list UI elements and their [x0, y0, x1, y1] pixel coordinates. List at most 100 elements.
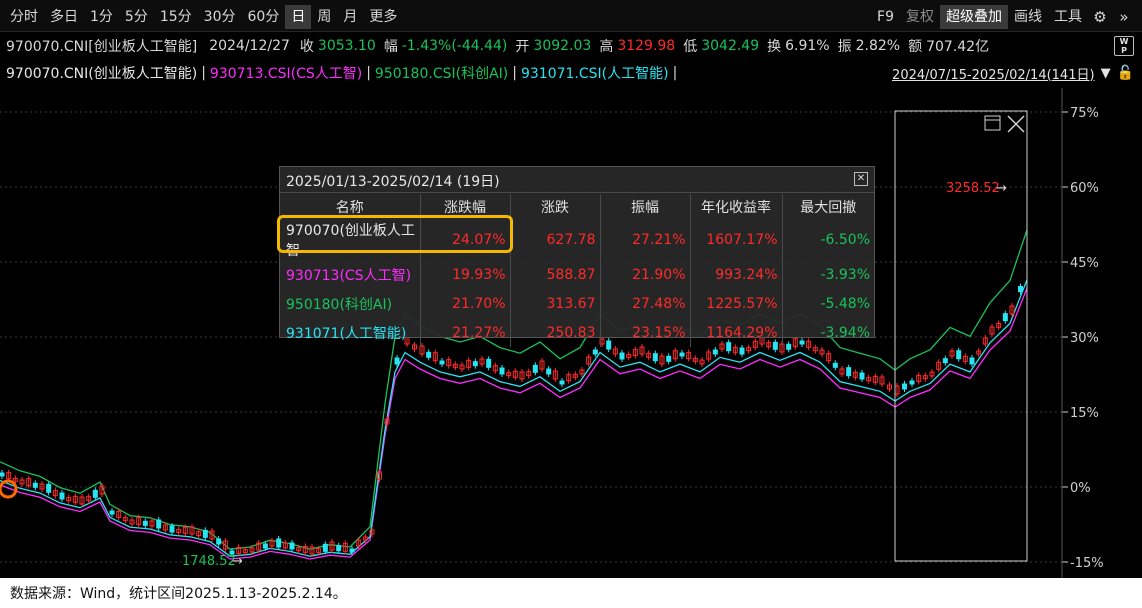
low-value: 3042.49: [701, 38, 760, 54]
candle-body: [679, 352, 685, 357]
tab-more[interactable]: 更多: [363, 5, 403, 29]
col-amp[interactable]: 振幅: [600, 194, 691, 220]
row-chg: 250.83: [510, 318, 601, 347]
y-tick-label: 30%: [1070, 331, 1099, 346]
tab-1min[interactable]: 1分: [84, 5, 119, 29]
row-chg: 627.78: [510, 220, 601, 260]
tab-month[interactable]: 月: [337, 5, 363, 29]
candle-body: [1018, 286, 1023, 292]
series-item-950180[interactable]: 950180.CSI(科创AI): [375, 63, 508, 83]
source-note: 数据来源：Wind，统计区间2025.1.13-2025.2.14。: [10, 586, 347, 602]
super-overlay-button[interactable]: 超级叠加: [940, 5, 1008, 29]
tools-button[interactable]: 工具: [1048, 5, 1088, 29]
quote-code: 970070.CNI[创业板人工智能]: [6, 39, 198, 55]
tab-multi-day[interactable]: 多日: [44, 5, 84, 29]
series-item-931071[interactable]: 931071.CSI(人工智能): [521, 63, 669, 83]
double-chevron-right-icon[interactable]: »: [1112, 5, 1136, 29]
dropdown-triangle-icon[interactable]: ▼: [1101, 66, 1111, 81]
candle-body: [142, 520, 148, 526]
candle-body: [909, 380, 915, 385]
change-value: -1.43%(-44.44): [401, 38, 508, 54]
candle-body: [169, 525, 175, 533]
y-tick-label: 15%: [1070, 406, 1099, 421]
candle-body: [969, 357, 975, 365]
gear-icon[interactable]: ⚙: [1088, 5, 1112, 29]
high-annotation-arrow: →: [996, 181, 1007, 196]
y-tick-label: 75%: [1070, 106, 1099, 121]
date-range-selector[interactable]: 2024/07/15-2025/02/14(141日) ▼ 🔓: [892, 62, 1134, 84]
open-value: 3092.03: [533, 38, 592, 54]
row-name: 931071(人工智能): [280, 318, 421, 347]
row-drawdown: -6.50%: [820, 232, 870, 248]
col-annual[interactable]: 年化收益率: [690, 194, 783, 220]
row-annual: 1164.29%: [690, 318, 783, 347]
col-drawdown[interactable]: 最大回撤: [782, 194, 874, 220]
f9-button[interactable]: F9: [871, 5, 900, 29]
tab-day[interactable]: 日: [285, 5, 312, 29]
highlight-box: [277, 215, 513, 253]
candle-body: [532, 364, 538, 373]
y-tick-label: 45%: [1070, 256, 1099, 271]
candle-body: [499, 367, 505, 375]
candle-body: [472, 361, 478, 367]
candle-body: [322, 543, 328, 552]
high-label: 高: [599, 39, 614, 55]
row-amp: 23.15%: [600, 318, 691, 347]
series-item-970070[interactable]: 970070.CNI(创业板人工智能): [6, 63, 197, 83]
candle-body: [546, 368, 552, 375]
candle-body: [394, 357, 400, 365]
amplitude-value: 2.82%: [855, 38, 901, 54]
stats-row[interactable]: 931071(人工智能) 21.27% 250.83 23.15% 1164.2…: [280, 318, 874, 347]
candle-body: [92, 489, 98, 498]
separator: |: [512, 65, 517, 81]
tab-minute[interactable]: 分时: [4, 5, 44, 29]
candle-body: [336, 545, 342, 552]
series-item-930713[interactable]: 930713.CSI(CS人工智): [210, 63, 362, 83]
stats-row[interactable]: 930713(CS人工智) 19.93% 588.87 21.90% 993.2…: [280, 260, 874, 289]
candle-body: [0, 472, 5, 477]
candle-body: [202, 529, 208, 538]
adjust-button[interactable]: 复权: [900, 5, 940, 29]
row-annual: 1225.57%: [690, 289, 783, 318]
overlay-series-bar: 970070.CNI(创业板人工智能) | 930713.CSI(CS人工智) | …: [6, 62, 681, 84]
tab-30min[interactable]: 30分: [198, 5, 242, 29]
quote-date: 2024/12/27: [209, 38, 290, 54]
stats-row[interactable]: 950180(科创AI) 21.70% 313.67 27.48% 1225.5…: [280, 289, 874, 318]
candle-body: [59, 492, 65, 500]
close-icon[interactable]: ✕: [854, 172, 868, 186]
separator: |: [672, 65, 678, 81]
tab-5min[interactable]: 5分: [119, 5, 154, 29]
lock-icon[interactable]: 🔓: [1117, 65, 1134, 81]
row-annual: 1607.17%: [690, 220, 783, 260]
y-tick-label: -15%: [1070, 556, 1104, 571]
amount-value: 707.42亿: [926, 39, 990, 55]
high-annotation: 3258.52: [946, 181, 1000, 196]
wp-icon[interactable]: WP: [1114, 36, 1134, 56]
date-range-text[interactable]: 2024/07/15-2025/02/14(141日): [892, 64, 1095, 83]
candle-body: [216, 538, 222, 545]
row-annual: 993.24%: [690, 260, 783, 289]
candle-body: [956, 350, 962, 360]
quote-line: 970070.CNI[创业板人工智能] 2024/12/27 收 3053.10 …: [6, 36, 993, 56]
tab-week[interactable]: 周: [311, 5, 337, 29]
tab-15min[interactable]: 15分: [154, 5, 198, 29]
candle-body: [349, 548, 355, 553]
row-pct: 19.93%: [420, 260, 511, 289]
tab-60min[interactable]: 60分: [242, 5, 286, 29]
change-label: 幅: [383, 39, 398, 55]
high-value: 3129.98: [617, 38, 676, 54]
draw-line-button[interactable]: 画线: [1008, 5, 1048, 29]
row-pct: 21.27%: [420, 318, 511, 347]
candle-body: [559, 380, 565, 385]
turnover-label: 换: [767, 39, 782, 55]
y-axis: 75% 60% 45% 30% 15% 0% -15%: [1061, 88, 1104, 578]
open-label: 开: [515, 39, 530, 55]
candle-body: [32, 482, 38, 488]
candle-body: [739, 347, 745, 355]
low-annotation-arrow: →: [232, 554, 243, 569]
toolbar-right: F9 复权 超级叠加 画线 工具 ⚙ »: [871, 5, 1136, 29]
candle-body: [832, 362, 838, 368]
col-chg[interactable]: 涨跌: [510, 194, 601, 220]
candle-body: [846, 367, 852, 377]
candle-body: [276, 538, 282, 548]
